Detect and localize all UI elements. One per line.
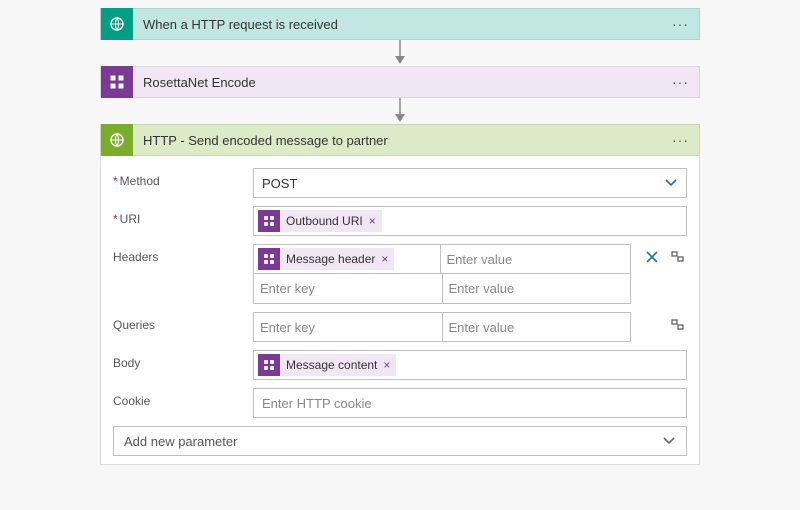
http-menu-button[interactable]: ··· (662, 132, 699, 148)
header-key-input[interactable]: Message header × (253, 244, 441, 274)
method-label: *Method (113, 168, 253, 188)
uri-token[interactable]: Outbound URI × (258, 210, 382, 232)
delete-row-icon[interactable] (645, 250, 661, 266)
body-token-label: Message content (286, 358, 377, 372)
http-step-title: HTTP - Send encoded message to partner (133, 133, 662, 148)
headers-label: Headers (113, 244, 253, 264)
cookie-input[interactable]: Enter HTTP cookie (253, 388, 687, 418)
add-parameter-label: Add new parameter (124, 434, 237, 449)
body-token[interactable]: Message content × (258, 354, 396, 376)
method-select[interactable]: POST (253, 168, 687, 198)
flow-arrow-1 (100, 40, 700, 66)
rosetta-menu-button[interactable]: ··· (662, 74, 699, 90)
http-trigger-icon (101, 8, 133, 40)
rosettanet-icon (258, 210, 280, 232)
cookie-label: Cookie (113, 388, 253, 408)
switch-mode-icon[interactable] (671, 318, 687, 334)
trigger-step-title: When a HTTP request is received (133, 17, 662, 32)
add-parameter-select[interactable]: Add new parameter (113, 426, 687, 456)
chevron-down-icon (662, 434, 676, 448)
queries-label: Queries (113, 312, 253, 332)
header-value-input[interactable]: Enter value (443, 274, 632, 304)
flow-arrow-2 (100, 98, 700, 124)
switch-mode-icon[interactable] (671, 250, 687, 266)
rosettanet-icon (101, 66, 133, 98)
http-step-header[interactable]: HTTP - Send encoded message to partner ·… (100, 124, 700, 156)
header-value-input[interactable]: Enter value (441, 244, 632, 274)
header-row: Message header × Enter value (253, 244, 631, 274)
query-value-input[interactable]: Enter value (443, 312, 632, 342)
chevron-down-icon (664, 176, 678, 190)
trigger-menu-button[interactable]: ··· (662, 16, 699, 32)
header-key-token-label: Message header (286, 252, 375, 266)
rosettanet-icon (258, 248, 280, 270)
rosettanet-icon (258, 354, 280, 376)
header-row: Enter key Enter value (253, 274, 631, 304)
http-step-panel: *Method POST *URI (100, 156, 700, 465)
uri-label: *URI (113, 206, 253, 226)
body-input[interactable]: Message content × (253, 350, 687, 380)
query-key-input[interactable]: Enter key (253, 312, 443, 342)
header-key-input[interactable]: Enter key (253, 274, 443, 304)
header-key-token[interactable]: Message header × (258, 248, 394, 270)
remove-token-icon[interactable]: × (369, 214, 376, 228)
uri-token-label: Outbound URI (286, 214, 363, 228)
method-value: POST (262, 176, 297, 191)
trigger-step-header[interactable]: When a HTTP request is received ··· (100, 8, 700, 40)
remove-token-icon[interactable]: × (381, 252, 388, 266)
query-row: Enter key Enter value (253, 312, 631, 342)
rosetta-step-title: RosettaNet Encode (133, 75, 662, 90)
uri-input[interactable]: Outbound URI × (253, 206, 687, 236)
remove-token-icon[interactable]: × (383, 358, 390, 372)
http-action-icon (101, 124, 133, 156)
rosetta-step-header[interactable]: RosettaNet Encode ··· (100, 66, 700, 98)
body-label: Body (113, 350, 253, 370)
